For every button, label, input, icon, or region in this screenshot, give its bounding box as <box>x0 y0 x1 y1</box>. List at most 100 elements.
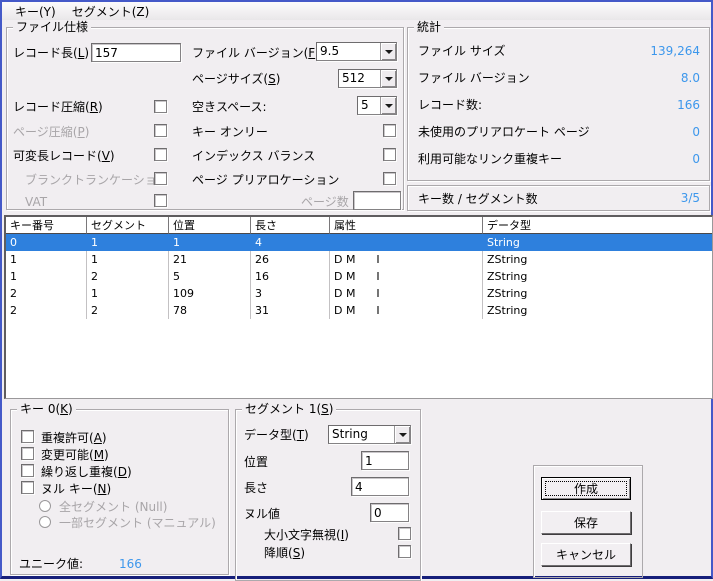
chevron-down-icon[interactable] <box>380 43 396 60</box>
stat-label: レコード数: <box>418 96 482 113</box>
col-header-key-number[interactable]: キー番号 <box>6 217 87 234</box>
record-compression-checkbox[interactable] <box>154 100 167 113</box>
page-compression-checkbox <box>154 124 167 137</box>
cell: 2 <box>6 285 87 302</box>
page-size-value: 512 <box>339 70 380 87</box>
case-insensitive-label: 大小文字無視(I) <box>264 528 349 542</box>
vat-checkbox <box>154 194 167 207</box>
blank-truncation-checkbox <box>154 172 167 185</box>
cell: 31 <box>251 302 330 319</box>
repeating-dup-label: 繰り返し重複(D) <box>41 465 132 479</box>
data-type-label: データ型(T) <box>244 428 309 442</box>
null-value-input[interactable] <box>370 503 409 522</box>
chevron-down-icon[interactable] <box>394 426 410 443</box>
table-row[interactable]: 2 2 78 31 D M I ZString <box>6 302 712 319</box>
descending-checkbox[interactable] <box>398 545 411 558</box>
cell: 1 <box>87 285 169 302</box>
descending-label: 降順(S) <box>264 546 305 560</box>
record-compression-label: レコード圧縮(R) <box>13 100 103 114</box>
dup-allowed-checkbox[interactable] <box>21 430 34 443</box>
key-segment-count-label: キー数 / セグメント数 <box>418 190 538 207</box>
cell: 1 <box>6 268 87 285</box>
repeating-dup-checkbox[interactable] <box>21 464 34 477</box>
table-header-row: キー番号 セグメント 位置 長さ 属性 データ型 <box>6 217 712 234</box>
cell: 5 <box>169 268 251 285</box>
cell: 2 <box>6 302 87 319</box>
table-row[interactable]: 0 1 1 4 String <box>6 234 712 251</box>
key-segment-count-group: キー数 / セグメント数 3/5 <box>407 185 710 211</box>
data-type-combo[interactable]: String <box>328 425 411 444</box>
page-size-label: ページサイズ(S) <box>192 72 280 86</box>
partial-segments-label: 一部セグメント (マニュアル) <box>59 516 216 530</box>
save-button-label: 保存 <box>574 514 598 531</box>
null-value-label: ヌル値 <box>244 507 280 521</box>
free-space-value: 5 <box>358 97 380 114</box>
cell: String <box>483 234 712 251</box>
cell: D M I <box>330 285 483 302</box>
record-length-label: レコード長(L) <box>13 46 89 60</box>
variable-records-checkbox[interactable] <box>154 148 167 161</box>
cell: D M I <box>330 302 483 319</box>
stat-value: 139,264 <box>650 44 700 58</box>
cell: 1 <box>87 251 169 268</box>
cell: 21 <box>169 251 251 268</box>
key-segment-table: キー番号 セグメント 位置 長さ 属性 データ型 0 1 1 4 String … <box>4 215 713 399</box>
btrieve-file-definition-window: { "menu": { "items": [ {"label": "キー(Y)"… <box>0 0 713 579</box>
cell: 2 <box>87 302 169 319</box>
cell: D M I <box>330 268 483 285</box>
col-header-position[interactable]: 位置 <box>169 217 251 234</box>
cancel-button[interactable]: キャンセル <box>541 543 631 566</box>
col-header-segment[interactable]: セグメント <box>87 217 169 234</box>
page-size-combo[interactable]: 512 <box>338 69 397 88</box>
col-header-data-type[interactable]: データ型 <box>483 217 712 234</box>
cell: 16 <box>251 268 330 285</box>
table-row[interactable]: 1 2 5 16 D M I ZString <box>6 268 712 285</box>
cell: 1 <box>87 234 169 251</box>
partial-segments-radio <box>39 516 51 528</box>
file-version-combo[interactable]: 9.5 <box>316 42 397 61</box>
table-row[interactable]: 1 1 21 26 D M I ZString <box>6 251 712 268</box>
menu-key[interactable]: キー(Y) <box>9 2 62 21</box>
page-count-label: ページ数 <box>301 195 349 209</box>
save-button[interactable]: 保存 <box>541 511 631 534</box>
chevron-down-icon[interactable] <box>380 70 396 87</box>
cell: 4 <box>251 234 330 251</box>
col-header-attributes[interactable]: 属性 <box>330 217 483 234</box>
stat-value: 166 <box>677 98 700 112</box>
vat-label: VAT <box>25 195 47 209</box>
col-header-length[interactable]: 長さ <box>251 217 330 234</box>
index-balance-label: インデックス バランス <box>192 149 315 163</box>
file-spec-title: ファイル仕様 <box>13 20 91 34</box>
all-segments-label: 全セグメント (Null) <box>59 500 167 514</box>
menu-segment[interactable]: セグメント(Z) <box>66 2 156 21</box>
page-count-input[interactable] <box>353 191 401 210</box>
key-only-checkbox[interactable] <box>383 124 396 137</box>
blank-truncation-label: ブランクトランケーション <box>25 173 169 187</box>
page-preallocation-checkbox[interactable] <box>383 172 396 185</box>
stat-label: 利用可能なリンク重複キー <box>418 150 562 167</box>
create-button[interactable]: 作成 <box>541 477 631 500</box>
stat-label: 未使用のプリアロケート ページ <box>418 123 590 140</box>
index-balance-checkbox[interactable] <box>383 148 396 161</box>
table-row[interactable]: 2 1 109 3 D M I ZString <box>6 285 712 302</box>
null-key-checkbox[interactable] <box>21 481 34 494</box>
stat-value: 0 <box>692 152 700 166</box>
null-key-label: ヌル キー(N) <box>41 482 111 496</box>
stat-record-count: レコード数: 166 <box>408 91 709 118</box>
cancel-button-label: キャンセル <box>556 546 616 563</box>
page-compression-label: ページ圧縮(P) <box>13 125 89 139</box>
length-input[interactable] <box>351 477 409 496</box>
record-length-input[interactable] <box>91 43 181 62</box>
free-space-label: 空きスペース: <box>192 100 267 114</box>
focus-rect <box>545 481 627 496</box>
stat-file-version: ファイル バージョン 8.0 <box>408 64 709 91</box>
free-space-combo[interactable]: 5 <box>357 96 397 115</box>
position-input[interactable] <box>361 451 409 470</box>
case-insensitive-checkbox[interactable] <box>398 527 411 540</box>
segment-group-title: セグメント 1(S) <box>242 402 336 416</box>
stat-label: ファイル サイズ <box>418 42 505 59</box>
cell: ZString <box>483 268 712 285</box>
chevron-down-icon[interactable] <box>380 97 396 114</box>
dup-allowed-label: 重複許可(A) <box>41 431 107 445</box>
modifiable-checkbox[interactable] <box>21 447 34 460</box>
